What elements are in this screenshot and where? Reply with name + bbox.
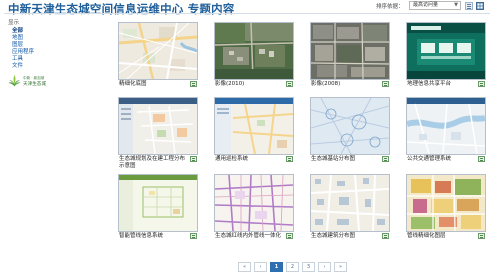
base-station-map-thumbnail — [311, 98, 389, 154]
card-title[interactable]: 地理信息共享平台 — [407, 81, 473, 88]
card-title[interactable]: 通用巡检系统 — [215, 156, 281, 163]
content-card: 影像(2010) — [214, 22, 294, 90]
filter-tools[interactable]: 工具 — [8, 56, 34, 63]
card-title[interactable]: 智能管线信息系统 — [119, 233, 185, 240]
card-thumbnail[interactable] — [406, 97, 486, 155]
filter-sidebar: 显示 全部 地图 图层 应用程序 工具 文件 — [8, 20, 34, 70]
details-icon[interactable] — [478, 81, 485, 87]
content-card: 精细化底图 — [118, 22, 198, 90]
card-thumbnail[interactable] — [118, 22, 198, 80]
next-page-button[interactable]: › — [318, 262, 331, 272]
details-icon[interactable] — [190, 81, 197, 87]
building-map-thumbnail — [311, 175, 389, 231]
pipeline-map-thumbnail — [119, 175, 197, 231]
transit-app-thumbnail — [407, 98, 485, 154]
card-title[interactable]: 影像(2008) — [311, 81, 377, 88]
card-title[interactable]: 管线精细化图层 — [407, 233, 473, 240]
sort-label: 排序依据： — [376, 4, 404, 10]
card-thumbnail[interactable] — [310, 174, 390, 232]
prev-page-button[interactable]: ‹ — [254, 262, 267, 272]
card-thumbnail[interactable] — [118, 174, 198, 232]
content-card: 通用巡检系统 — [214, 97, 294, 165]
card-thumbnail[interactable] — [310, 97, 390, 155]
sort-select-value: 最高访问量 — [413, 2, 439, 8]
zoning-map-thumbnail — [407, 175, 485, 231]
details-icon[interactable] — [382, 81, 389, 87]
content-card: 地理信息共享平台 — [406, 22, 486, 90]
content-card: 生态城红线内外管线一体化 — [214, 174, 294, 242]
content-card: 公共交通管理系统 — [406, 97, 486, 165]
details-icon[interactable] — [286, 233, 293, 239]
filter-maps[interactable]: 地图 — [8, 35, 34, 42]
card-title[interactable]: 生态城基站分布图 — [311, 156, 377, 163]
page-title: 中新天津生态城空间信息运维中心 专题内容 — [8, 2, 235, 16]
eco-city-logo-icon — [8, 75, 21, 87]
details-icon[interactable] — [190, 156, 197, 162]
details-icon[interactable] — [286, 81, 293, 87]
inspection-app-thumbnail — [215, 98, 293, 154]
details-icon[interactable] — [478, 156, 485, 162]
page-button-3[interactable]: 3 — [302, 262, 315, 272]
chevron-down-icon: ▼ — [454, 2, 458, 8]
sort-select[interactable]: 最高访问量 ▼ — [409, 1, 461, 10]
card-thumbnail[interactable] — [406, 174, 486, 232]
card-thumbnail[interactable] — [214, 97, 294, 155]
details-icon[interactable] — [478, 233, 485, 239]
card-thumbnail[interactable] — [118, 97, 198, 155]
card-thumbnail[interactable] — [310, 22, 390, 80]
card-thumbnail[interactable] — [214, 174, 294, 232]
card-title[interactable]: 生态城规划及在建工程分布示意图 — [119, 156, 185, 170]
details-icon[interactable] — [382, 156, 389, 162]
card-title[interactable]: 影像(2010) — [215, 81, 281, 88]
street-map-thumbnail — [119, 23, 197, 79]
page-button-2[interactable]: 2 — [286, 262, 299, 272]
list-view-button[interactable] — [465, 2, 473, 10]
card-title[interactable]: 精细化底图 — [119, 81, 185, 88]
satellite-urban-thumbnail — [311, 23, 389, 79]
redline-map-thumbnail — [215, 175, 293, 231]
content-card: 智能管线信息系统 — [118, 174, 198, 242]
card-thumbnail[interactable] — [406, 22, 486, 80]
content-card: 生态城基站分布图 — [310, 97, 390, 165]
filter-apps[interactable]: 应用程序 — [8, 49, 34, 56]
last-page-button[interactable]: » — [334, 262, 347, 272]
card-title[interactable]: 生态城建筑分布图 — [311, 233, 377, 240]
first-page-button[interactable]: « — [238, 262, 251, 272]
details-icon[interactable] — [190, 233, 197, 239]
card-thumbnail[interactable] — [214, 22, 294, 80]
content-card: 影像(2008) — [310, 22, 390, 90]
eco-city-logo: 中新 · 新加坡 天津生态城 — [8, 74, 54, 90]
filter-files[interactable]: 文件 — [8, 63, 34, 70]
header-divider — [4, 13, 490, 14]
satellite-thumbnail — [215, 23, 293, 79]
card-title[interactable]: 生态城红线内外管线一体化 — [215, 233, 281, 240]
page-button-1[interactable]: 1 — [270, 262, 283, 272]
show-label: 显示 — [8, 20, 20, 26]
details-icon[interactable] — [286, 156, 293, 162]
web-app-thumbnail — [407, 23, 485, 79]
filter-all[interactable]: 全部 — [8, 28, 34, 35]
filter-layers[interactable]: 图层 — [8, 42, 34, 49]
content-card: 管线精细化图层 — [406, 174, 486, 242]
grid-view-button[interactable] — [476, 2, 484, 10]
content-card: 生态城建筑分布图 — [310, 174, 390, 242]
card-title[interactable]: 公共交通管理系统 — [407, 156, 473, 163]
logo-text: 天津生态城 — [23, 82, 46, 87]
planning-app-thumbnail — [119, 98, 197, 154]
details-icon[interactable] — [382, 233, 389, 239]
content-card: 生态城规划及在建工程分布示意图 — [118, 97, 198, 169]
